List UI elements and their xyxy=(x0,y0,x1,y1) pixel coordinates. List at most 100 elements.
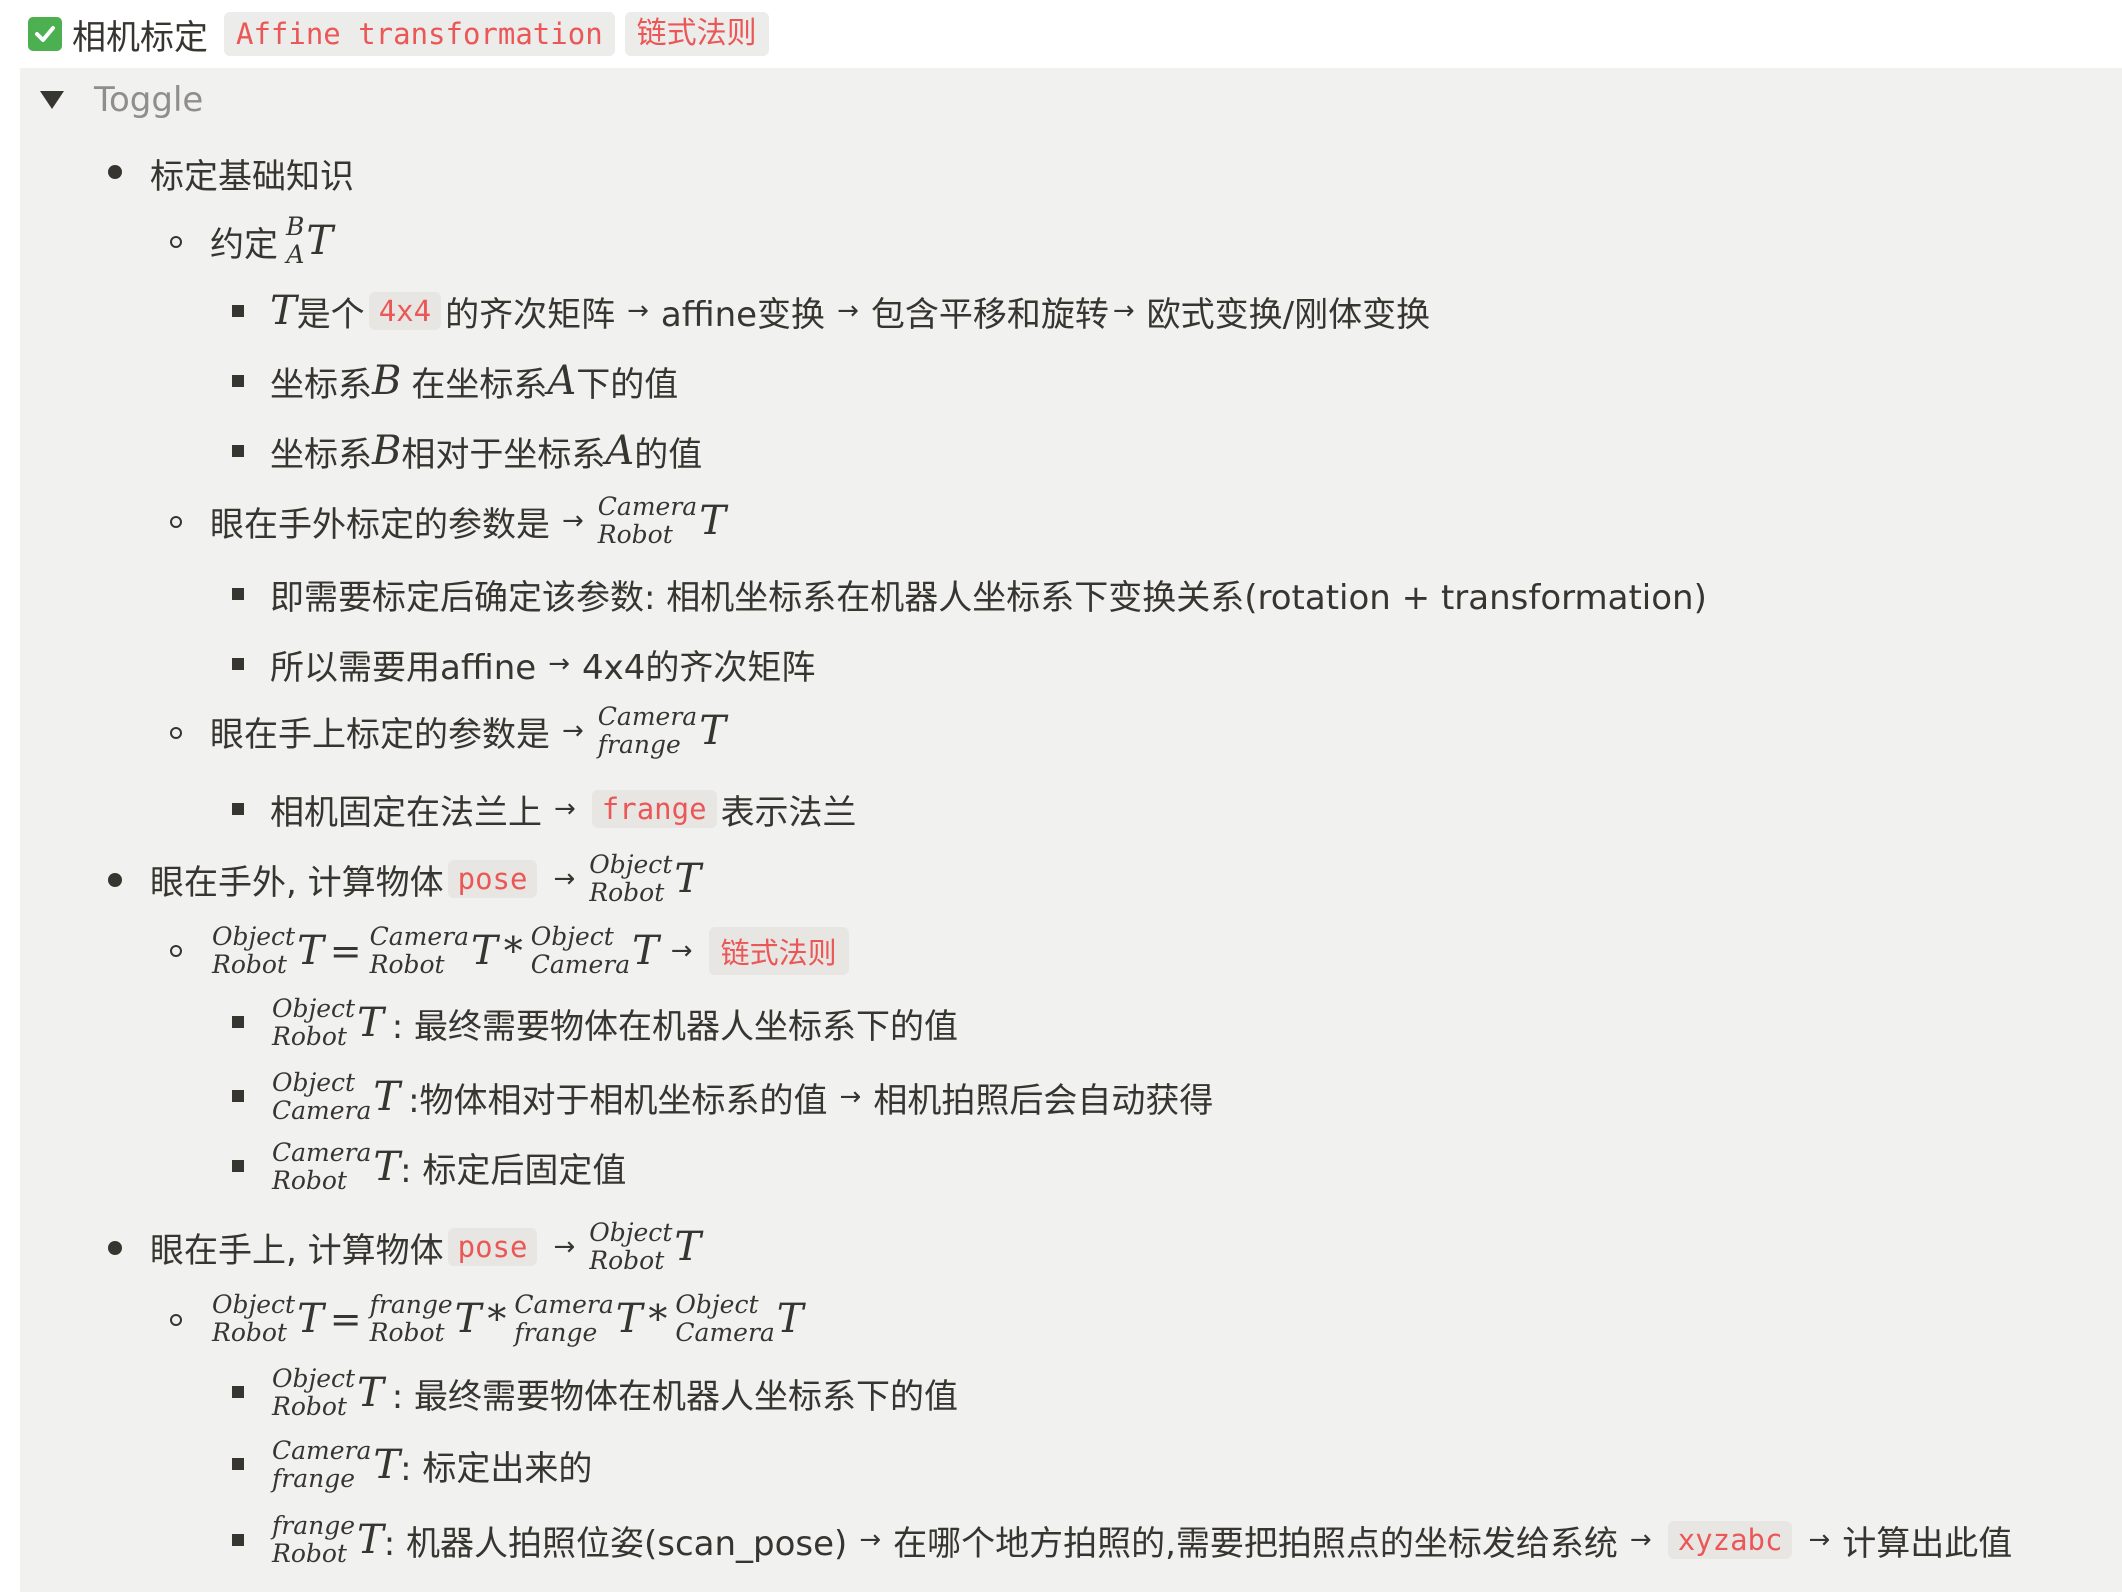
tag-affine-transformation[interactable]: Affine transformation xyxy=(224,12,615,56)
square-bullet-icon xyxy=(232,445,244,457)
math-operator: * xyxy=(648,1297,668,1341)
list-item: 所以需要用affine → 4x4的齐次矩阵 xyxy=(270,639,815,689)
math-scripts: Object Robot xyxy=(589,850,673,907)
square-bullet-icon xyxy=(232,1160,244,1172)
square-bullet-icon xyxy=(232,1458,244,1470)
item-text: 表示法兰 xyxy=(720,792,857,833)
item-text: 相机固定在法兰上 xyxy=(270,792,542,833)
item-text: 眼在手上, 计算物体 xyxy=(150,1230,444,1271)
item-text: 在哪个地方拍照的,需要把拍照点的坐标发给系统 xyxy=(893,1523,1618,1564)
square-bullet-icon xyxy=(232,375,244,387)
math-scripts: Object Robot xyxy=(212,1290,296,1347)
math-symbol: T xyxy=(699,708,726,754)
list-item: 眼在手外, 计算物体 pose → Object Robot T xyxy=(150,846,701,912)
item-text: : 标定出来的 xyxy=(400,1448,593,1489)
list-item: Object Robot T = frange Robot T * Camera fr… xyxy=(210,1288,803,1350)
item-text: 计算出此值 xyxy=(1842,1523,2013,1564)
arrow-icon: → xyxy=(837,296,859,326)
math-operator: * xyxy=(503,929,523,973)
arrow-icon: → xyxy=(627,296,649,326)
math-symbol: T xyxy=(270,288,297,334)
list-item: 相机固定在法兰上 → frange 表示法兰 xyxy=(270,782,857,836)
circle-bullet-icon xyxy=(170,1314,182,1326)
arrow-icon: → xyxy=(553,864,576,894)
item-text: 下的值 xyxy=(576,364,679,405)
tag-chain-rule[interactable]: 链式法则 xyxy=(624,12,769,56)
page-header: 相机标定 Affine transformation 链式法则 xyxy=(28,8,769,60)
math-symbol: T xyxy=(306,218,334,264)
math-symbol: T xyxy=(632,928,659,974)
list-item: Camera Robot T : 标定后固定值 xyxy=(270,1136,626,1198)
math-scripts: frange Robot xyxy=(272,1511,356,1568)
checkbox-checked-icon[interactable] xyxy=(28,17,62,51)
math-symbol: T xyxy=(471,928,498,974)
list-item: 坐标系 B 在坐标系 A 下的值 xyxy=(270,356,678,406)
square-bullet-icon xyxy=(232,588,244,600)
item-text: 眼在手外, 计算物体 xyxy=(150,862,444,903)
math-symbol: T xyxy=(297,1296,324,1342)
item-text: 约定 xyxy=(210,224,278,265)
arrow-icon: → xyxy=(562,506,584,536)
item-text: 欧式变换/刚体变换 xyxy=(1146,294,1431,335)
math-symbol: T xyxy=(297,928,324,974)
math-scripts: Camera frange xyxy=(597,702,698,759)
item-text: 的齐次矩阵 xyxy=(445,294,616,335)
circle-bullet-icon xyxy=(170,945,182,957)
circle-bullet-icon xyxy=(170,516,182,528)
math-symbol: T xyxy=(373,1074,401,1120)
square-bullet-icon xyxy=(232,658,244,670)
circle-bullet-icon xyxy=(170,236,182,248)
square-bullet-icon xyxy=(232,305,244,317)
math-scripts: Camera frange xyxy=(272,1436,372,1493)
item-text: 4x4的齐次矩阵 xyxy=(581,647,816,688)
item-text: 在坐标系 xyxy=(411,364,548,405)
page-title: 相机标定 xyxy=(72,17,208,58)
math-operator: = xyxy=(329,929,362,973)
arrow-icon: → xyxy=(859,1525,882,1555)
inline-code: 4x4 xyxy=(368,292,442,330)
math-scripts: Camera Robot xyxy=(369,922,470,979)
item-text: : 最终需要物体在机器人坐标系下的值 xyxy=(391,1376,959,1417)
list-item: 标定基础知识 xyxy=(150,148,354,198)
item-text: 相机拍照后会自动获得 xyxy=(873,1080,1214,1121)
inline-code: xyzabc xyxy=(1667,1521,1793,1559)
arrow-icon: → xyxy=(562,716,584,746)
math-scripts: Object Camera xyxy=(675,1290,775,1347)
square-bullet-icon xyxy=(232,1016,244,1028)
list-item: 约定 BA T xyxy=(210,208,333,274)
list-item: 眼在手上, 计算物体 pose → Object Robot T xyxy=(150,1214,701,1280)
tag-chain-rule[interactable]: 链式法则 xyxy=(708,927,849,975)
bullet-icon xyxy=(108,1241,122,1255)
item-text: 眼在手外标定的参数是 xyxy=(210,504,550,545)
bullet-icon xyxy=(108,873,122,887)
math-symbol: A xyxy=(605,428,635,474)
item-text: : 标定后固定值 xyxy=(400,1150,627,1191)
math-symbol: T xyxy=(454,1296,482,1342)
circle-bullet-icon xyxy=(170,727,182,739)
item-text: 所以需要用affine xyxy=(270,647,537,688)
inline-code: frange xyxy=(591,790,717,828)
math-symbol: T xyxy=(357,1000,384,1046)
item-text: 是个 xyxy=(296,294,365,335)
item-text: 即需要标定后确定该参数: 相机坐标系在机器人坐标系下变换关系(rotation … xyxy=(270,577,1707,618)
math-symbol: T xyxy=(357,1370,384,1416)
list-item: 眼在手上标定的参数是 → Camera frange T xyxy=(210,700,726,762)
square-bullet-icon xyxy=(232,803,244,815)
square-bullet-icon xyxy=(232,1090,244,1102)
list-item: 眼在手外标定的参数是 → Camera Robot T xyxy=(210,490,726,552)
math-scripts: Camera Robot xyxy=(272,1138,372,1195)
list-item: Object Robot T = Camera Robot T * Object Ca… xyxy=(210,920,853,982)
item-text: 包含平移和旋转 xyxy=(870,294,1109,335)
list-item: T 是个 4x4 的齐次矩阵 → affine变换 → 包含平移和旋转 → 欧式… xyxy=(270,286,1430,336)
toggle-label: Toggle xyxy=(94,80,204,120)
toggle-header[interactable]: Toggle xyxy=(40,80,203,120)
triangle-down-icon[interactable] xyxy=(40,91,64,109)
list-item: 即需要标定后确定该参数: 相机坐标系在机器人坐标系下变换关系(rotation … xyxy=(270,569,1707,619)
item-text: : 机器人拍照位姿(scan_pose) xyxy=(383,1523,848,1564)
math-scripts: Object Robot xyxy=(589,1218,673,1275)
math-scripts: BA xyxy=(286,212,305,269)
item-text: 标定基础知识 xyxy=(150,156,354,197)
arrow-icon: → xyxy=(553,1232,576,1262)
arrow-icon: → xyxy=(670,936,693,966)
math-scripts: Object Camera xyxy=(530,922,631,979)
